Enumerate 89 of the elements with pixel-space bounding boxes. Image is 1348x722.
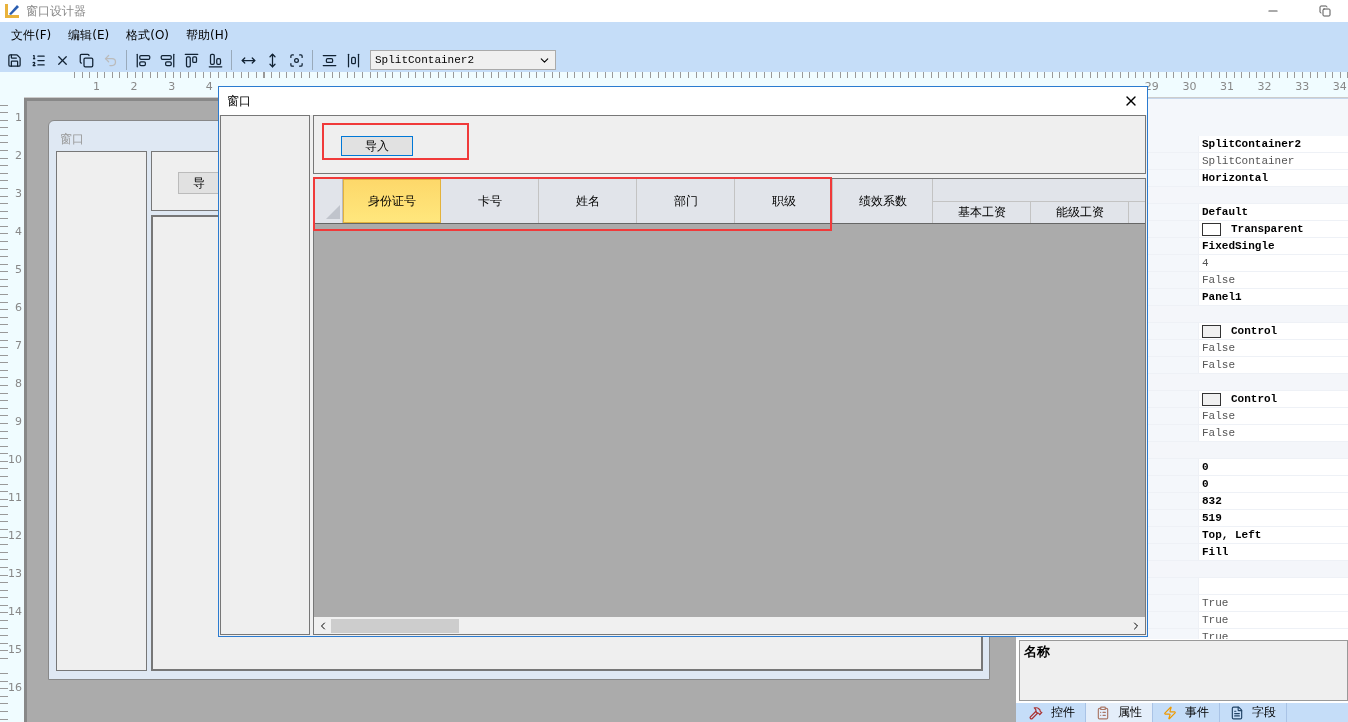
property-value[interactable]: Transparent [1228,220,1304,237]
property-value[interactable]: 0 [1199,458,1209,475]
panel-tab[interactable]: 属性 [1086,703,1153,722]
ruler-number: 31 [1220,80,1234,93]
ruler-number: 33 [1295,80,1310,93]
description-title: 名称 [1024,643,1050,659]
ruler-number: 15 [8,643,22,656]
ruler-number: 34 [1332,80,1347,93]
property-value[interactable]: False [1199,407,1235,424]
ruler-number: 7 [15,339,22,352]
form-title: 窗口 [59,131,84,148]
property-value[interactable]: Control [1228,322,1278,339]
property-value[interactable]: 4 [1199,254,1209,271]
dialog-title: 窗口 [227,92,251,110]
list-icon [30,52,46,68]
ruler-number: 16 [8,681,22,694]
property-value[interactable]: Control [1228,390,1278,407]
import-button-preview: 导 [178,172,220,194]
align-top-icon [183,52,199,68]
document-icon [1230,705,1244,720]
restore-icon[interactable] [1319,5,1331,17]
property-value[interactable]: 0 [1199,475,1209,492]
property-value[interactable]: SplitContainer [1199,152,1295,169]
ruler-number: 30 [1182,80,1197,93]
align-right-icon [159,52,175,68]
property-value[interactable]: SplitContainer2 [1199,135,1302,152]
property-value[interactable]: 832 [1199,492,1222,509]
component-dropdown[interactable]: SplitContainer2 [370,50,556,70]
ruler-number: 4 [205,80,213,93]
align-bottom-icon [207,52,223,68]
ruler-number: 3 [15,187,22,200]
property-value[interactable]: False [1199,356,1235,373]
property-value[interactable]: True [1199,611,1229,628]
ruler-number: 8 [15,377,22,390]
ruler-number: 12 [8,529,22,542]
property-value[interactable]: False [1199,339,1235,356]
property-value[interactable]: True [1199,628,1229,639]
ruler-number: 5 [15,263,22,276]
column-header[interactable]: 姓名 [539,179,637,223]
copy-icon [78,52,94,68]
ruler-number: 1 [15,111,22,124]
ruler-number: 9 [15,415,22,428]
vertical-spacing-icon [321,52,337,68]
ruler-number: 2 [15,149,22,162]
menu-item[interactable]: 格式(O) [119,26,180,44]
panel-tab[interactable]: 字段 [1220,703,1287,722]
property-value[interactable]: Horizontal [1199,169,1268,186]
menu-item[interactable]: 编辑(E) [61,26,120,44]
form-icon [1096,705,1110,720]
select-all-corner[interactable] [314,179,343,223]
ruler-number: 4 [15,225,22,238]
horizontal-spacing-icon [345,52,361,68]
undo-icon [102,52,118,68]
ruler-number: 14 [8,605,22,618]
column-header[interactable]: 身份证号 [343,179,441,223]
window-title: 窗口设计器 [26,2,87,20]
ruler-number: 10 [8,453,22,466]
column-header[interactable]: 绩效系数 [833,179,933,223]
import-button[interactable]: 导入 [341,136,413,156]
ruler-number: 32 [1257,80,1272,93]
menu-item[interactable]: 文件(F) [4,26,62,44]
property-value[interactable]: 519 [1199,509,1222,526]
property-value[interactable]: Fill [1199,543,1229,560]
ruler-number: 11 [8,491,22,504]
ruler-number: 2 [130,80,138,93]
property-value[interactable]: Top, Left [1199,526,1262,543]
lightning-icon [1163,705,1177,720]
triangle-icon [326,205,340,219]
column-header[interactable]: 卡号 [441,179,539,223]
property-value[interactable]: True [1199,594,1229,611]
center-icon [288,52,304,68]
menu-item[interactable]: 帮助(H) [179,26,239,44]
ruler-number: 3 [168,80,176,93]
column-header[interactable]: 职级 [735,179,833,223]
ruler-number: 13 [8,567,22,580]
property-value[interactable]: False [1199,271,1235,288]
property-value[interactable]: Default [1199,203,1249,220]
property-value[interactable]: False [1199,424,1235,441]
ruler-number: 6 [15,301,22,314]
align-left-icon [135,52,151,68]
column-header[interactable]: 部门 [637,179,735,223]
save-icon [6,52,22,68]
property-value[interactable]: Panel1 [1199,288,1242,305]
app-logo-icon [4,3,20,19]
hammer-icon [1029,705,1043,720]
panel-tab[interactable]: 事件 [1153,703,1220,722]
horizontal-scrollbar[interactable] [314,617,1145,634]
property-value[interactable]: FixedSingle [1199,237,1275,254]
ruler-number: 1 [93,80,100,93]
